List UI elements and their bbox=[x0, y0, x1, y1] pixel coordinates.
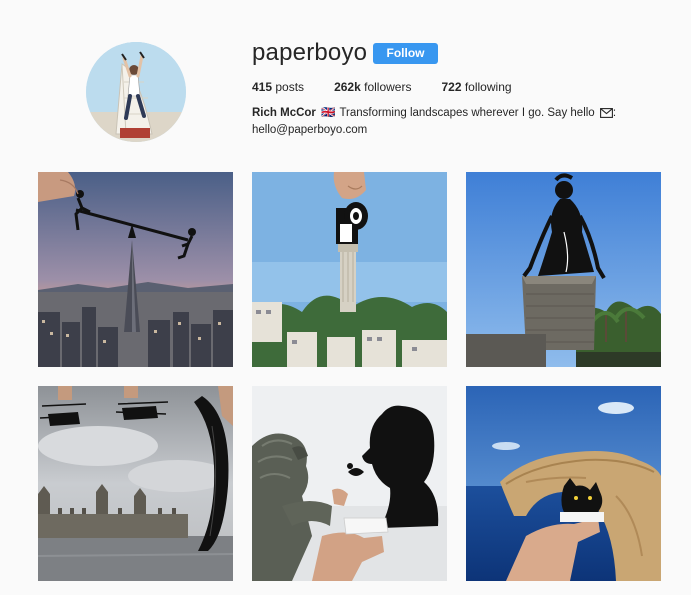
bio-text: Transforming landscapes wherever I go. S… bbox=[339, 107, 595, 119]
profile-username: paperboyo bbox=[252, 39, 368, 66]
posts-count-number: 415 bbox=[252, 80, 273, 94]
post-image bbox=[38, 386, 233, 581]
following-count-label: following bbox=[464, 80, 512, 94]
profile-page: paperboyo Follow 415 posts 262k follower… bbox=[0, 0, 691, 595]
posts-count-label: posts bbox=[275, 80, 305, 94]
profile-bio: Rich McCor 🇬🇧 Transforming landscapes wh… bbox=[252, 107, 617, 136]
avatar[interactable] bbox=[86, 42, 186, 142]
post-thumbnail-6[interactable] bbox=[466, 386, 661, 581]
posts-count: 415 posts bbox=[252, 80, 304, 94]
followers-count[interactable]: 262k followers bbox=[334, 80, 411, 94]
bio-full-name: Rich McCor bbox=[252, 107, 316, 119]
profile-stats: 415 posts 262k followers 722 following bbox=[252, 80, 542, 94]
post-image bbox=[466, 172, 661, 367]
envelope-icon bbox=[599, 108, 613, 123]
post-thumbnail-4[interactable] bbox=[38, 386, 233, 581]
following-count-number: 722 bbox=[441, 80, 462, 94]
bio-flag: 🇬🇧 bbox=[321, 107, 335, 119]
post-thumbnail-1[interactable] bbox=[38, 172, 233, 367]
following-count[interactable]: 722 following bbox=[441, 80, 511, 94]
followers-count-label: followers bbox=[364, 80, 412, 94]
bio-email[interactable]: hello@paperboyo.com bbox=[252, 124, 367, 136]
post-thumbnail-2[interactable] bbox=[252, 172, 447, 367]
post-image bbox=[252, 172, 447, 367]
post-image bbox=[252, 386, 447, 581]
followers-count-number: 262k bbox=[334, 80, 361, 94]
post-image bbox=[466, 386, 661, 581]
avatar-photo bbox=[86, 42, 186, 142]
post-thumbnail-3[interactable] bbox=[466, 172, 661, 367]
follow-button[interactable]: Follow bbox=[373, 43, 438, 64]
post-image bbox=[38, 172, 233, 367]
post-thumbnail-5[interactable] bbox=[252, 386, 447, 581]
